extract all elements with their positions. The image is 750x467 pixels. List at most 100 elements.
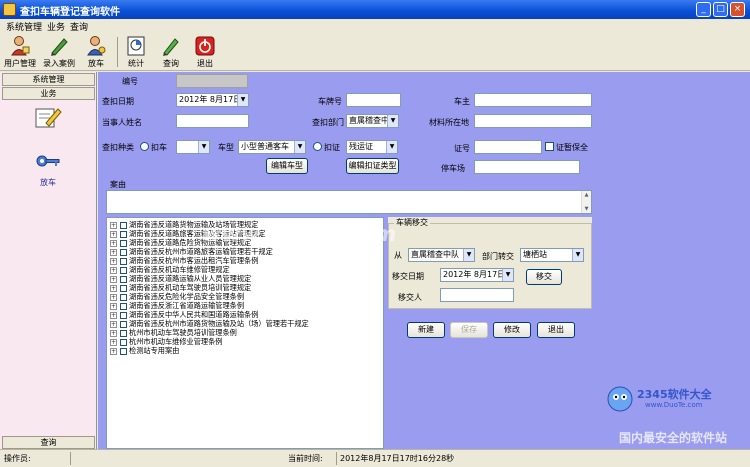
release-car-button[interactable]: 放车 (79, 34, 113, 70)
sidebar-tab-system[interactable]: 系统管理 (2, 73, 95, 86)
expand-icon[interactable]: + (110, 275, 117, 283)
expand-icon[interactable]: + (110, 257, 117, 265)
tree-checkbox[interactable] (120, 284, 127, 292)
scroll-down-icon[interactable]: ▼ (582, 205, 591, 213)
type-cert-radio[interactable] (313, 142, 322, 151)
close-icon[interactable]: × (730, 2, 745, 17)
tree-item[interactable]: + 湖南省违反道路运输从业人员管理规定 (110, 274, 251, 283)
tree-item[interactable]: + 湖南省违反杭州市客运出租汽车管理条例 (110, 256, 258, 265)
tree-item[interactable]: + 检测站专用案由 (110, 346, 179, 355)
transfer-title: 车辆移交 (394, 217, 430, 228)
stats-button[interactable]: 统计 (119, 34, 153, 70)
maximize-icon[interactable]: □ (713, 2, 728, 17)
expand-icon[interactable]: + (110, 284, 117, 292)
parking-input[interactable] (474, 160, 580, 174)
tree-checkbox[interactable] (120, 230, 127, 238)
reason-scrollbar[interactable]: ▲ ▼ (581, 191, 591, 213)
user-manage-button[interactable]: 用户管理 (3, 34, 37, 70)
exit-button[interactable]: 退出 (188, 34, 222, 70)
expand-icon[interactable]: + (110, 239, 117, 247)
tree-checkbox[interactable] (120, 320, 127, 328)
tree-item[interactable]: + 杭州市机动车驾驶员培训管理条例 (110, 328, 237, 337)
window-title: 查扣车辆登记查询软件 (20, 7, 120, 18)
expand-icon[interactable]: + (110, 293, 117, 301)
minimize-icon[interactable]: _ (696, 2, 711, 17)
add-case-button[interactable]: 录入案例 (42, 34, 76, 70)
time-label: 当前时间: (288, 454, 323, 463)
edit-vehicle-button[interactable]: 编辑车型 (266, 158, 308, 174)
expand-icon[interactable]: + (110, 338, 117, 346)
tree-checkbox[interactable] (120, 266, 127, 274)
edit-button[interactable]: 修改 (493, 322, 531, 338)
tree-checkbox[interactable] (120, 275, 127, 283)
reason-textarea[interactable]: ▲ ▼ (106, 190, 592, 214)
expand-icon[interactable]: + (110, 221, 117, 229)
tree-item[interactable]: + 湖南省违反危险化学品安全管理条例 (110, 292, 244, 301)
transfer-person-label: 移交人 (398, 293, 422, 302)
cert-no-input[interactable] (474, 140, 542, 154)
tree-checkbox[interactable] (120, 239, 127, 247)
type-car-select[interactable]: ▼ (176, 140, 210, 154)
tree-checkbox[interactable] (120, 221, 127, 229)
edit-cert-button[interactable]: 编辑扣证类型 (346, 158, 399, 174)
tree-item[interactable]: + 湖南省违反浙江省道路运输管理条例 (110, 301, 244, 310)
expand-icon[interactable]: + (110, 329, 117, 337)
sidebar-tab-query[interactable]: 查询 (2, 436, 95, 449)
exit-form-button[interactable]: 退出 (537, 322, 575, 338)
dept-select[interactable]: 直属稽查中 ▼ (346, 114, 399, 128)
tree-checkbox[interactable] (120, 338, 127, 346)
tree-item[interactable]: + 湖南省违反杭州市道路旅客运输管理若干规定 (110, 247, 273, 256)
expand-icon[interactable]: + (110, 248, 117, 256)
new-button[interactable]: 新建 (407, 322, 445, 338)
expand-icon[interactable]: + (110, 347, 117, 355)
sidebar-tab-business[interactable]: 业务 (2, 87, 95, 100)
save-button[interactable]: 保存 (450, 322, 488, 338)
tree-checkbox[interactable] (120, 329, 127, 337)
query-button[interactable]: 查询 (154, 34, 188, 70)
number-field[interactable] (176, 74, 248, 88)
tree-checkbox[interactable] (120, 293, 127, 301)
tree-item[interactable]: + 杭州市机动车维修业管理条例 (110, 337, 222, 346)
reason-tree[interactable]: + 湖南省违反道路货物运输及站场管理规定 + 湖南省违反道路旅客运输及客运站管理规定… (106, 217, 384, 449)
transfer-dept-select[interactable]: 塘栖站 ▼ (520, 248, 584, 262)
expand-icon[interactable]: + (110, 230, 117, 238)
key-icon (36, 155, 60, 167)
tree-checkbox[interactable] (120, 257, 127, 265)
expand-icon[interactable]: + (110, 302, 117, 310)
watermark-slogan: 国内最安全的软件站 (619, 431, 728, 445)
tree-item[interactable]: + 湖南省违反机动车驾驶员培训管理规定 (110, 283, 251, 292)
cert-select[interactable]: 残运证 ▼ (346, 140, 398, 154)
menu-business[interactable]: 业务 (47, 20, 65, 33)
cert-keep-checkbox[interactable] (545, 142, 554, 151)
expand-icon[interactable]: + (110, 311, 117, 319)
date-picker[interactable]: 2012年 8月17日 ▼ (176, 93, 249, 107)
party-input[interactable] (176, 114, 249, 128)
sidebar: 系统管理 业务 录入案例 放车 查询 (0, 72, 97, 449)
tree-checkbox[interactable] (120, 347, 127, 355)
reason-label: 案由 (110, 180, 126, 189)
tree-item[interactable]: + 湖南省违反机动车维修管理规定 (110, 265, 230, 274)
vehicle-select[interactable]: 小型普通客车 ▼ (238, 140, 306, 154)
tree-item[interactable]: + 湖南省违反中华人民共和国道路运输条例 (110, 310, 258, 319)
transfer-person-input[interactable] (440, 288, 514, 302)
transfer-button[interactable]: 移交 (526, 269, 562, 285)
sidebar-item-release-car[interactable]: 放车 (20, 149, 76, 188)
transfer-from-select[interactable]: 直属稽查中队 ▼ (408, 248, 475, 262)
transfer-date-picker[interactable]: 2012年 8月17日 ▼ (440, 268, 514, 282)
plate-input[interactable] (346, 93, 401, 107)
expand-icon[interactable]: + (110, 266, 117, 274)
menu-system[interactable]: 系统管理 (6, 20, 42, 33)
watermark-brand: 2345软件大全 (637, 388, 712, 401)
tree-checkbox[interactable] (120, 302, 127, 310)
location-input[interactable] (474, 114, 592, 128)
owner-input[interactable] (474, 93, 592, 107)
scroll-up-icon[interactable]: ▲ (582, 191, 591, 199)
type-car-radio[interactable] (140, 142, 149, 151)
tree-item[interactable]: + 湖南省违反杭州市道路货物运输及站（场）管理若干规定 (110, 319, 309, 328)
edit-icon (35, 108, 62, 128)
sidebar-item-add-case[interactable]: 录入案例 (20, 105, 76, 144)
menu-query[interactable]: 查询 (70, 20, 88, 33)
tree-checkbox[interactable] (120, 311, 127, 319)
tree-checkbox[interactable] (120, 248, 127, 256)
expand-icon[interactable]: + (110, 320, 117, 328)
